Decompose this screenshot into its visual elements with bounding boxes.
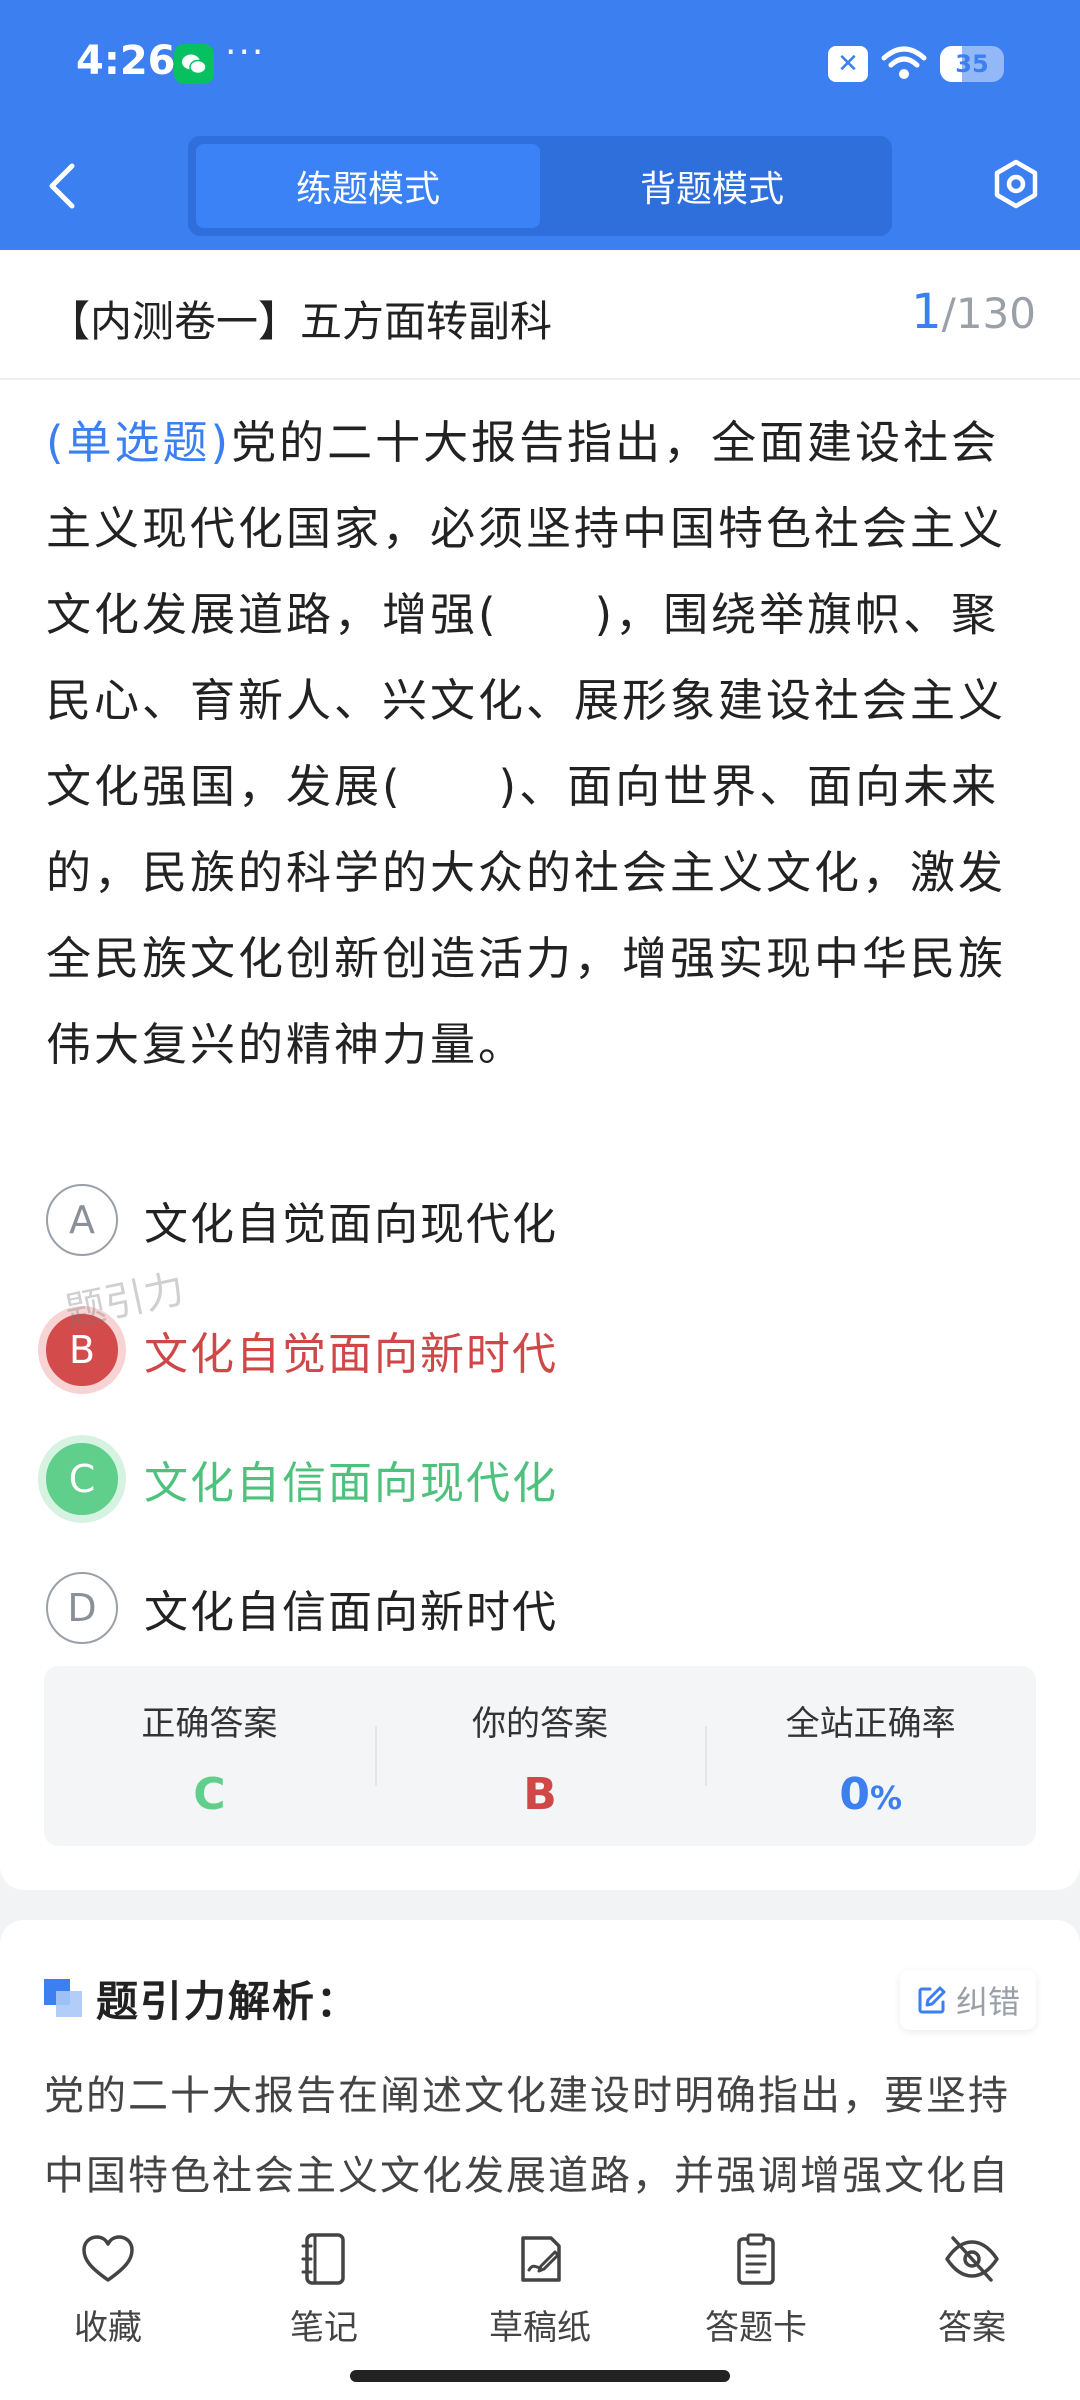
option-letter: A [46, 1184, 118, 1256]
option-text: 文化自觉面向新时代 [144, 1329, 558, 1380]
report-error-button[interactable]: 纠错 [899, 1970, 1036, 2030]
favorite-button[interactable]: 收藏 [0, 2206, 216, 2400]
app-root: 4:26 ··· ✕ 35 练题模式 背题模式 【内测卷一】五方面转副科 1/1… [0, 0, 1080, 2400]
stat-label: 全站正确率 [785, 1704, 956, 1744]
status-bar: 4:26 ··· ✕ 35 [0, 0, 1080, 125]
sketch-icon [521, 2236, 561, 2282]
analysis-square-icon [44, 1979, 82, 2017]
answer-card-label: 答题卡 [705, 2308, 807, 2348]
mode-switch: 练题模式 背题模式 [188, 136, 892, 236]
heart-icon [82, 2235, 134, 2282]
option-d[interactable]: D 文化自信面向新时代 [46, 1566, 1036, 1650]
stat-correct-answer: 正确答案 C [44, 1666, 375, 1846]
stat-label: 你的答案 [472, 1704, 608, 1744]
eye-off-icon [945, 2236, 999, 2282]
notes-label: 笔记 [290, 2308, 358, 2348]
option-c[interactable]: C 文化自信面向现代化 [46, 1437, 1036, 1521]
paper-title: 【内测卷一】五方面转副科 [48, 297, 553, 346]
option-text: 文化自信面向新时代 [144, 1587, 558, 1638]
status-time: 4:26 [76, 38, 176, 84]
option-letter: C [46, 1443, 118, 1515]
current-question-number: 1 [911, 284, 942, 340]
favorite-label: 收藏 [74, 2308, 142, 2348]
wechat-icon [174, 44, 214, 84]
correct-answer-value: C [193, 1769, 226, 1820]
home-indicator[interactable] [350, 2370, 730, 2382]
option-text: 文化自信面向现代化 [144, 1458, 558, 1509]
question-counter: 1/130 [911, 284, 1036, 340]
analysis-title: 题引力解析： [96, 1976, 361, 2026]
battery-level: 35 [955, 50, 989, 78]
question-body: 党的二十大报告指出，全面建设社会主义现代化国家，必须坚持中国特色社会主义文化发展… [46, 416, 1007, 1071]
your-answer-value: B [523, 1769, 557, 1820]
question-card: 【内测卷一】五方面转副科 1/130 (单选题)党的二十大报告指出，全面建设社会… [0, 250, 1080, 1890]
draft-paper-label: 草稿纸 [489, 2308, 591, 2348]
close-signal-icon: ✕ [828, 46, 868, 82]
stat-site-accuracy: 全站正确率 0% [705, 1666, 1036, 1846]
total-questions: /130 [941, 289, 1036, 338]
question-stem: (单选题)党的二十大报告指出，全面建设社会主义现代化国家，必须坚持中国特色社会主… [46, 400, 1036, 1088]
question-type: (单选题) [46, 416, 232, 469]
answer-stats: 正确答案 C 你的答案 B 全站正确率 0% [44, 1666, 1036, 1846]
show-answer-button[interactable]: 答案 [864, 2206, 1080, 2400]
wifi-icon [881, 46, 927, 79]
header: 4:26 ··· ✕ 35 练题模式 背题模式 [0, 0, 1080, 250]
analysis-text: 党的二十大报告在阐述文化建设时明确指出，要坚持中国特色社会主义文化发展道路，并强… [44, 2073, 1010, 2199]
notification-more-icon: ··· [225, 32, 266, 73]
accuracy-unit: % [869, 1779, 903, 1817]
show-answer-label: 答案 [938, 2308, 1006, 2348]
back-chevron-icon[interactable] [40, 158, 86, 214]
paper-title-row: 【内测卷一】五方面转副科 1/130 [0, 250, 1080, 380]
option-letter: D [46, 1572, 118, 1644]
report-error-label: 纠错 [955, 1983, 1020, 2021]
clipboard-icon [737, 2233, 775, 2285]
settings-icon[interactable] [990, 158, 1042, 210]
accuracy-number: 0 [839, 1769, 870, 1820]
battery-icon: 35 [940, 46, 1004, 82]
edit-icon [918, 1986, 946, 2014]
stat-your-answer: 你的答案 B [374, 1666, 706, 1846]
tab-memorize-mode[interactable]: 背题模式 [540, 144, 884, 228]
analysis-header: 题引力解析： [44, 1968, 360, 2028]
stat-label: 正确答案 [141, 1704, 278, 1744]
tab-practice-mode[interactable]: 练题模式 [196, 144, 540, 228]
site-accuracy-value: 0% [839, 1769, 902, 1820]
option-text: 文化自觉面向现代化 [144, 1199, 558, 1250]
option-b[interactable]: B 文化自觉面向新时代 [46, 1308, 1036, 1392]
option-a[interactable]: A 文化自觉面向现代化 [46, 1178, 1036, 1262]
notebook-icon [301, 2233, 345, 2285]
